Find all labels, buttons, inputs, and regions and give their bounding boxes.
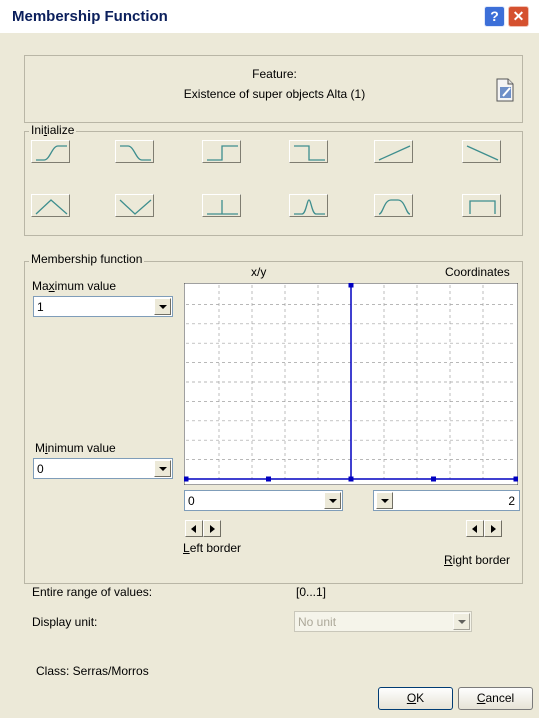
coordinates-label: Coordinates (445, 265, 510, 279)
minimum-value-label: Minimum value (35, 441, 116, 455)
left-border-combo[interactable]: 0 (184, 490, 343, 511)
curve-point[interactable] (266, 476, 271, 482)
ok-button[interactable]: OK (378, 687, 453, 710)
feature-panel: Feature: Existence of super objects Alta… (24, 55, 523, 123)
right-border-label: Right border (444, 553, 511, 567)
membership-legend: Membership function (29, 252, 145, 266)
initialize-legend: Initialize (29, 123, 77, 137)
chevron-down-icon[interactable] (324, 492, 341, 509)
range-label: Entire range of values: (32, 585, 153, 599)
left-border-value: 0 (188, 494, 195, 508)
help-button[interactable]: ? (484, 6, 505, 27)
singleton-icon (207, 200, 238, 215)
display-unit-value: No unit (298, 615, 337, 629)
larger-than-smooth-button[interactable] (31, 140, 70, 163)
right-border-combo[interactable]: 2 (373, 490, 520, 511)
chevron-down-icon[interactable] (154, 298, 171, 315)
range-value: [0...1] (296, 585, 327, 599)
s-curve-falling-icon (120, 145, 151, 161)
curve-point[interactable] (184, 476, 189, 482)
window-title: Membership Function (12, 8, 168, 25)
question-mark-icon: ? (490, 8, 499, 24)
linear-rising-icon (378, 145, 411, 161)
step-falling-icon (294, 145, 325, 161)
gaussian-icon (294, 199, 325, 215)
initialize-group (24, 131, 523, 236)
class-info: Class: Serras/Morros (36, 664, 149, 678)
linear-rising-button[interactable] (374, 140, 413, 163)
maximum-value-combo[interactable]: 1 (33, 296, 173, 317)
smaller-than-smooth-button[interactable] (115, 140, 154, 163)
chevron-down-icon[interactable] (154, 460, 171, 477)
chevron-down-icon[interactable] (453, 613, 470, 630)
curve-point[interactable] (431, 476, 436, 482)
feature-label: Feature: (252, 67, 297, 81)
title-bar: Membership Function ? ✕ (0, 0, 539, 33)
larger-than-step-button[interactable] (202, 140, 241, 163)
inverted-triangle-button[interactable] (115, 194, 154, 217)
right-border-value: 2 (508, 494, 515, 508)
approximate-gaussian-button[interactable] (289, 194, 328, 217)
close-icon: ✕ (512, 8, 525, 24)
curve-point[interactable] (348, 476, 354, 482)
cancel-button[interactable]: Cancel (458, 687, 533, 710)
display-unit-combo[interactable]: No unit (294, 611, 472, 632)
left-border-label: Left border (183, 541, 242, 555)
about-range-icon (378, 199, 411, 215)
right-border-increase-button[interactable] (484, 520, 502, 537)
maximum-value: 1 (37, 300, 44, 314)
about-range-button[interactable] (374, 194, 413, 217)
full-range-icon (469, 200, 496, 214)
linear-falling-icon (466, 145, 499, 161)
right-border-decrease-button[interactable] (466, 520, 484, 537)
minimum-value-combo[interactable]: 0 (33, 458, 173, 479)
step-rising-icon (207, 145, 238, 161)
linear-falling-button[interactable] (462, 140, 501, 163)
singleton-button[interactable] (202, 194, 241, 217)
dialog-body: Feature: Existence of super objects Alta… (8, 33, 539, 718)
curve-point[interactable] (513, 476, 519, 482)
chevron-down-icon[interactable] (376, 492, 393, 509)
triangle-icon (35, 199, 68, 215)
feature-name: Existence of super objects Alta (1) (183, 87, 366, 101)
display-unit-label: Display unit: (32, 615, 98, 629)
full-range-button[interactable] (462, 194, 501, 217)
s-curve-rising-icon (36, 145, 67, 161)
smaller-than-step-button[interactable] (289, 140, 328, 163)
triangle-button[interactable] (31, 194, 70, 217)
edit-document-icon[interactable] (495, 78, 515, 102)
maximum-value-label: Maximum value (32, 279, 117, 293)
xy-label: x/y (251, 265, 267, 279)
left-border-decrease-button[interactable] (185, 520, 203, 537)
close-button[interactable]: ✕ (508, 6, 529, 27)
membership-function-dialog: Membership Function ? ✕ Feature: Existen… (0, 0, 539, 718)
left-border-increase-button[interactable] (203, 520, 221, 537)
inverted-triangle-icon (119, 199, 152, 215)
curve-point[interactable] (348, 283, 354, 288)
minimum-value: 0 (37, 462, 44, 476)
membership-chart[interactable] (184, 283, 518, 485)
